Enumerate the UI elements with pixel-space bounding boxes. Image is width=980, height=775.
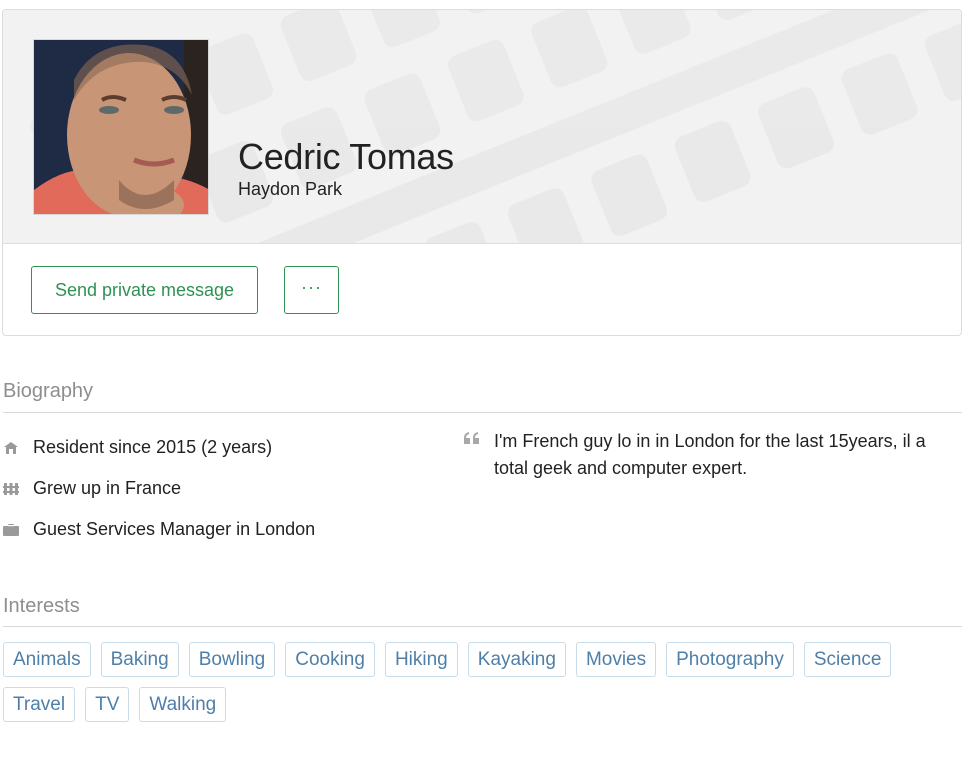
interest-tag[interactable]: Science (803, 642, 892, 677)
quote-text: I'm French guy lo in in London for the l… (493, 431, 926, 478)
profile-actions: Send private message ··· (3, 244, 961, 335)
interest-tag[interactable]: Animals (3, 642, 91, 677)
interest-tag[interactable]: Photography (666, 642, 794, 677)
avatar[interactable] (33, 39, 209, 215)
biography-list: Resident since 2015 (2 years) Grew up in… (3, 427, 443, 550)
profile-location: Haydon Park (238, 179, 343, 199)
cover-banner: Cedric Tomas Haydon Park (3, 10, 961, 244)
bio-item-text: Grew up in France (33, 478, 182, 498)
home-icon (3, 441, 33, 455)
profile-name: Cedric Tomas (238, 136, 454, 177)
interest-tag[interactable]: Walking (139, 687, 227, 722)
fence-icon (3, 482, 33, 496)
bio-item-text: Resident since 2015 (2 years) (33, 437, 273, 457)
interest-tag[interactable]: Hiking (384, 642, 458, 677)
bio-item-grew-up: Grew up in France (3, 468, 443, 509)
interest-tag[interactable]: Kayaking (467, 642, 566, 677)
interest-tag[interactable]: Bowling (188, 642, 276, 677)
more-options-button[interactable]: ··· (284, 266, 339, 314)
interests-tags: Animals Baking Bowling Cooking Hiking Ka… (3, 642, 963, 732)
briefcase-icon (3, 523, 33, 537)
interest-tag[interactable]: Baking (100, 642, 179, 677)
biography-quote: I'm French guy lo in in London for the l… (463, 428, 963, 482)
send-private-message-button[interactable]: Send private message (31, 266, 258, 314)
quote-icon (463, 428, 494, 482)
interest-tag[interactable]: Movies (575, 642, 657, 677)
biography-heading: Biography (3, 380, 94, 402)
interests-heading: Interests (3, 595, 80, 617)
avatar-photo (34, 40, 208, 214)
interest-tag[interactable]: Travel (3, 687, 76, 722)
bio-item-job: Guest Services Manager in London (3, 509, 443, 550)
bio-item-text: Guest Services Manager in London (33, 519, 316, 539)
biography-divider (3, 412, 962, 413)
interest-tag[interactable]: Cooking (285, 642, 375, 677)
profile-card: Cedric Tomas Haydon Park Send private me… (2, 9, 962, 336)
interest-tag[interactable]: TV (85, 687, 130, 722)
bio-item-resident: Resident since 2015 (2 years) (3, 427, 443, 468)
interests-divider (3, 626, 962, 627)
